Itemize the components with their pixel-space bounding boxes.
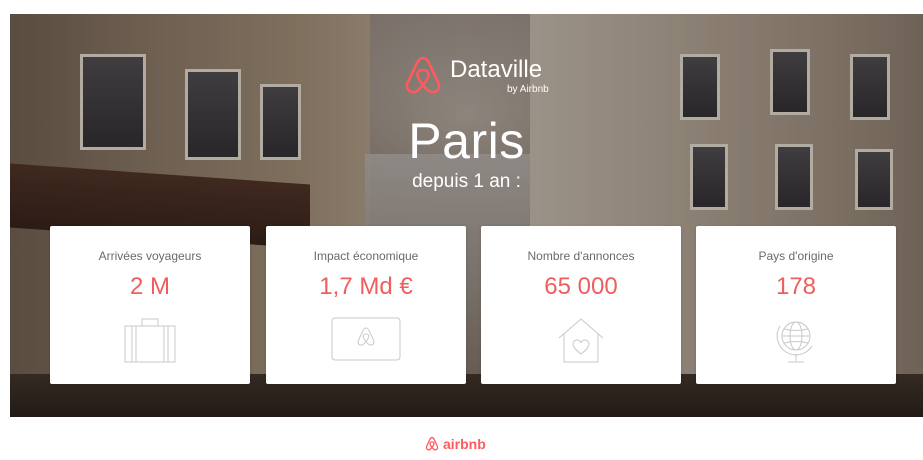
suitcase-icon — [124, 318, 176, 363]
stat-label: Nombre d'annonces — [527, 249, 635, 263]
stat-label: Arrivées voyageurs — [98, 249, 202, 263]
stat-value: 178 — [775, 273, 817, 300]
stat-card-arrivals[interactable]: Arrivées voyageurs 2 M — [50, 226, 250, 384]
stat-label: Impact économique — [313, 249, 419, 263]
stat-card-listings[interactable]: Nombre d'annonces 65 000 — [481, 226, 681, 384]
footer-brand-text: airbnb — [443, 436, 486, 452]
city-title: Paris — [408, 113, 525, 169]
hero-banner: Dataville by Airbnb Paris depuis 1 an : … — [10, 14, 923, 417]
airbnb-belo-icon — [405, 56, 441, 94]
stat-card-countries[interactable]: Pays d'origine 178 — [696, 226, 896, 384]
stat-label: Pays d'origine — [758, 249, 834, 263]
stat-value: 1,7 Md € — [319, 273, 413, 300]
brand-subtitle: by Airbnb — [507, 84, 549, 95]
stat-value: 2 M — [129, 273, 170, 300]
period-subtitle: depuis 1 an : — [412, 171, 521, 192]
globe-icon — [776, 321, 813, 363]
house-heart-icon — [558, 318, 604, 363]
airbnb-belo-icon — [425, 436, 439, 451]
stat-card-economic-impact[interactable]: Impact économique 1,7 Md € — [266, 226, 466, 384]
airbnb-card-icon — [331, 317, 401, 361]
stat-value: 65 000 — [544, 273, 618, 300]
brand-name: Dataville — [450, 56, 543, 83]
